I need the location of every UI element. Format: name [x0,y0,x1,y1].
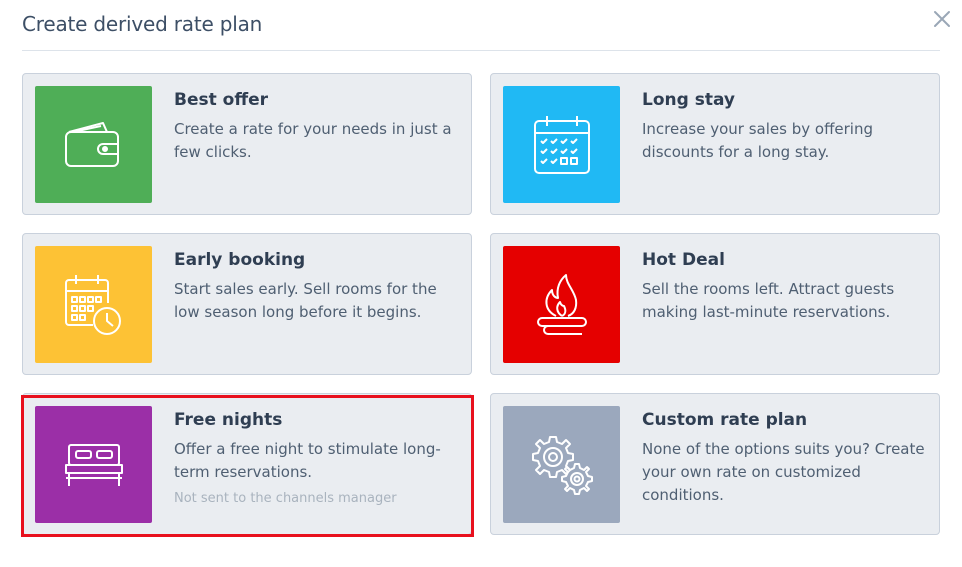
card-note: Not sent to the channels manager [174,491,397,506]
card-best-offer[interactable]: Best offer Create a rate for your needs … [22,73,472,215]
flame-icon [536,273,587,335]
free-nights-tile [35,406,152,523]
card-description: Start sales early. Sell rooms for the lo… [174,280,437,321]
wallet-icon [64,121,119,167]
card-title: Custom rate plan [642,410,808,430]
dialog-title: Create derived rate plan [22,12,263,36]
card-description: Increase your sales by offering discount… [642,120,873,161]
card-title: Long stay [642,90,735,110]
card-custom-rate-plan[interactable]: Custom rate plan None of the options sui… [490,393,940,535]
hot-deal-tile [503,246,620,363]
custom-rate-plan-tile [503,406,620,523]
card-title: Early booking [174,250,306,270]
calendar-clock-icon [64,274,121,335]
best-offer-tile [35,86,152,203]
close-icon [934,11,950,27]
card-description: Offer a free night to stimulate long-ter… [174,440,441,481]
card-description: None of the options suits you? Create yo… [642,440,925,504]
bed-icon [64,443,123,486]
card-description: Create a rate for your needs in just a f… [174,120,452,161]
long-stay-tile [503,86,620,203]
card-title: Free nights [174,410,283,430]
dialog-header: Create derived rate plan [22,0,950,51]
close-button[interactable] [931,8,953,30]
card-description: Sell the rooms left. Attract guests maki… [642,280,895,321]
card-long-stay[interactable]: Long stay Increase your sales by offerin… [490,73,940,215]
early-booking-tile [35,246,152,363]
card-title: Hot Deal [642,250,725,270]
card-hot-deal[interactable]: Hot Deal Sell the rooms left. Attract gu… [490,233,940,375]
card-free-nights[interactable]: Free nights Offer a free night to stimul… [22,393,472,535]
card-early-booking[interactable]: Early booking Start sales early. Sell ro… [22,233,472,375]
card-title: Best offer [174,90,269,110]
gears-icon [531,435,593,495]
calendar-checks-icon [533,115,590,174]
